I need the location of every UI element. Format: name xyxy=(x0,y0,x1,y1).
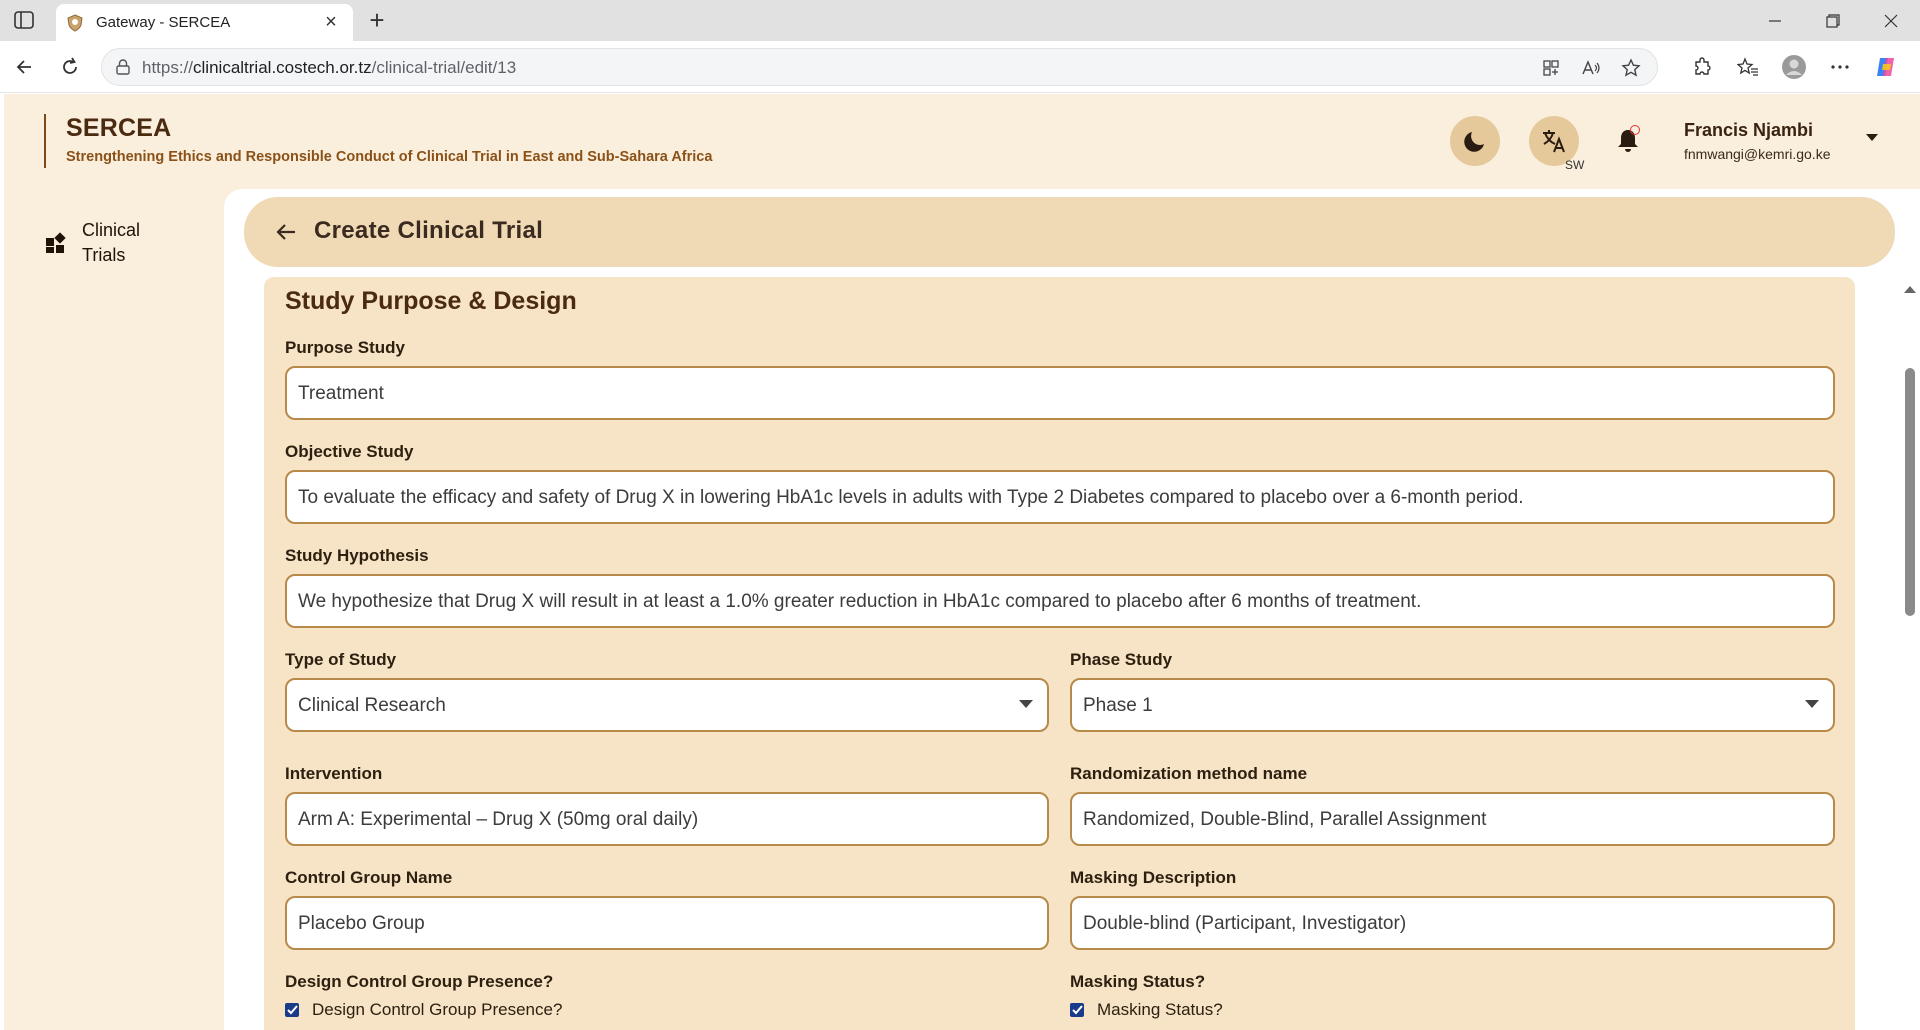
study-purpose-design-section: Study Purpose & Design Purpose Study Tre… xyxy=(264,277,1855,1030)
objective-study-label: Objective Study xyxy=(285,442,414,461)
dashboard-icon xyxy=(46,232,66,253)
chevron-down-icon xyxy=(1019,700,1033,708)
minimize-icon[interactable] xyxy=(1746,0,1804,41)
site-info-icon[interactable] xyxy=(114,58,132,76)
design-control-presence-checkbox-row[interactable]: Design Control Group Presence? xyxy=(285,1000,562,1020)
browser-toolbar: https://clinicaltrial.costech.or.tz/clin… xyxy=(0,41,1920,93)
masking-description-input[interactable]: Double-blind (Participant, Investigator) xyxy=(1070,896,1835,950)
page-scrollbar[interactable] xyxy=(1900,280,1920,1030)
scrollbar-thumb[interactable] xyxy=(1905,368,1915,616)
control-group-name-value: Placebo Group xyxy=(298,913,425,934)
language-code: SW xyxy=(1565,158,1585,172)
url-text: https://clinicaltrial.costech.or.tz/clin… xyxy=(142,58,516,78)
url-path: /clinical-trial/edit/13 xyxy=(371,58,517,77)
notification-dot xyxy=(1630,125,1640,135)
browser-tools xyxy=(1686,51,1902,83)
restore-icon[interactable] xyxy=(1804,0,1862,41)
favorite-star-icon[interactable] xyxy=(1619,56,1643,80)
user-email: fnmwangi@kemri.go.ke xyxy=(1684,146,1831,162)
extensions-icon[interactable] xyxy=(1686,51,1718,83)
profile-avatar-icon[interactable] xyxy=(1778,51,1810,83)
intervention-label: Intervention xyxy=(285,764,383,783)
back-arrow-icon[interactable] xyxy=(274,220,298,244)
masking-status-checkbox[interactable] xyxy=(1070,1003,1084,1017)
brand-title: SERCEA xyxy=(66,114,172,142)
user-name[interactable]: Francis Njambi xyxy=(1684,120,1813,141)
masking-status-checkbox-row[interactable]: Masking Status? xyxy=(1070,1000,1223,1020)
browser-tab[interactable]: Gateway - SERCEA × xyxy=(56,4,353,41)
close-tab-icon[interactable]: × xyxy=(319,10,343,34)
url-host: clinicaltrial.costech.or.tz xyxy=(193,58,372,77)
main-content: Create Clinical Trial Study Purpose & De… xyxy=(224,189,1920,1030)
brand-block: SERCEA Strengthening Ethics and Responsi… xyxy=(44,114,712,168)
browser-tab-bar: Gateway - SERCEA × + xyxy=(0,0,1920,41)
tab-title: Gateway - SERCEA xyxy=(96,14,231,31)
design-control-presence-checkbox-label: Design Control Group Presence? xyxy=(312,1000,563,1019)
sercea-favicon-icon xyxy=(66,14,84,32)
checkmark-icon xyxy=(286,1005,298,1015)
checkmark-icon xyxy=(1071,1005,1083,1015)
favorites-icon[interactable] xyxy=(1732,51,1764,83)
section-title: Study Purpose & Design xyxy=(285,287,577,315)
address-bar[interactable]: https://clinicaltrial.costech.or.tz/clin… xyxy=(101,48,1658,86)
tab-actions-icon[interactable] xyxy=(12,9,36,31)
dark-mode-toggle[interactable] xyxy=(1450,116,1500,166)
close-window-icon[interactable] xyxy=(1862,0,1920,41)
sidebar-item-clinical-trials[interactable]: Clinical Trials xyxy=(44,218,194,274)
window-controls xyxy=(1746,0,1920,41)
randomization-input[interactable]: Randomized, Double-Blind, Parallel Assig… xyxy=(1070,792,1835,846)
study-hypothesis-value: We hypothesize that Drug X will result i… xyxy=(298,591,1422,612)
app-available-icon[interactable] xyxy=(1539,56,1563,80)
chevron-down-icon xyxy=(1805,700,1819,708)
translate-icon xyxy=(1543,130,1565,153)
objective-study-value: To evaluate the efficacy and safety of D… xyxy=(298,487,1524,508)
randomization-value: Randomized, Double-Blind, Parallel Assig… xyxy=(1083,809,1487,830)
masking-description-label: Masking Description xyxy=(1070,868,1237,887)
new-tab-icon[interactable]: + xyxy=(363,6,391,34)
read-aloud-icon[interactable] xyxy=(1579,56,1603,80)
copilot-icon[interactable] xyxy=(1870,51,1902,83)
study-hypothesis-label: Study Hypothesis xyxy=(285,546,429,565)
purpose-study-input[interactable]: Treatment xyxy=(285,366,1835,420)
phase-study-label: Phase Study xyxy=(1070,650,1173,669)
scroll-up-icon[interactable] xyxy=(1904,286,1916,293)
masking-status-label: Masking Status? xyxy=(1070,972,1206,991)
purpose-study-value: Treatment xyxy=(298,383,384,404)
url-prefix: https:// xyxy=(142,58,194,77)
control-group-name-label: Control Group Name xyxy=(285,868,453,887)
design-control-presence-checkbox[interactable] xyxy=(285,1003,299,1017)
more-options-icon[interactable] xyxy=(1824,51,1856,83)
refresh-icon[interactable] xyxy=(56,53,84,81)
control-group-name-input[interactable]: Placebo Group xyxy=(285,896,1049,950)
purpose-study-label: Purpose Study xyxy=(285,338,405,357)
study-hypothesis-input[interactable]: We hypothesize that Drug X will result i… xyxy=(285,574,1835,628)
user-menu-caret-icon[interactable] xyxy=(1862,128,1882,148)
design-control-presence-label: Design Control Group Presence? xyxy=(285,972,554,991)
phase-study-value: Phase 1 xyxy=(1083,695,1153,716)
sidebar-item-label: Clinical Trials xyxy=(82,220,141,265)
type-of-study-select[interactable]: Clinical Research xyxy=(285,678,1049,732)
intervention-value: Arm A: Experimental – Drug X (50mg oral … xyxy=(298,809,699,830)
type-of-study-value: Clinical Research xyxy=(298,695,446,716)
masking-description-value: Double-blind (Participant, Investigator) xyxy=(1083,913,1407,934)
brand-subtitle: Strengthening Ethics and Responsible Con… xyxy=(66,149,713,165)
phase-study-select[interactable]: Phase 1 xyxy=(1070,678,1835,732)
page-header: Create Clinical Trial xyxy=(244,197,1895,267)
page-title: Create Clinical Trial xyxy=(314,217,544,244)
app-shell: SERCEA Strengthening Ethics and Responsi… xyxy=(4,94,1920,1030)
type-of-study-label: Type of Study xyxy=(285,650,397,669)
notifications-button[interactable] xyxy=(1608,120,1648,160)
randomization-label: Randomization method name xyxy=(1070,764,1308,783)
masking-status-checkbox-label: Masking Status? xyxy=(1097,1000,1223,1019)
moon-icon xyxy=(1464,132,1484,152)
back-icon[interactable] xyxy=(10,53,38,81)
intervention-input[interactable]: Arm A: Experimental – Drug X (50mg oral … xyxy=(285,792,1049,846)
address-bar-actions xyxy=(1539,56,1643,80)
objective-study-input[interactable]: To evaluate the efficacy and safety of D… xyxy=(285,470,1835,524)
